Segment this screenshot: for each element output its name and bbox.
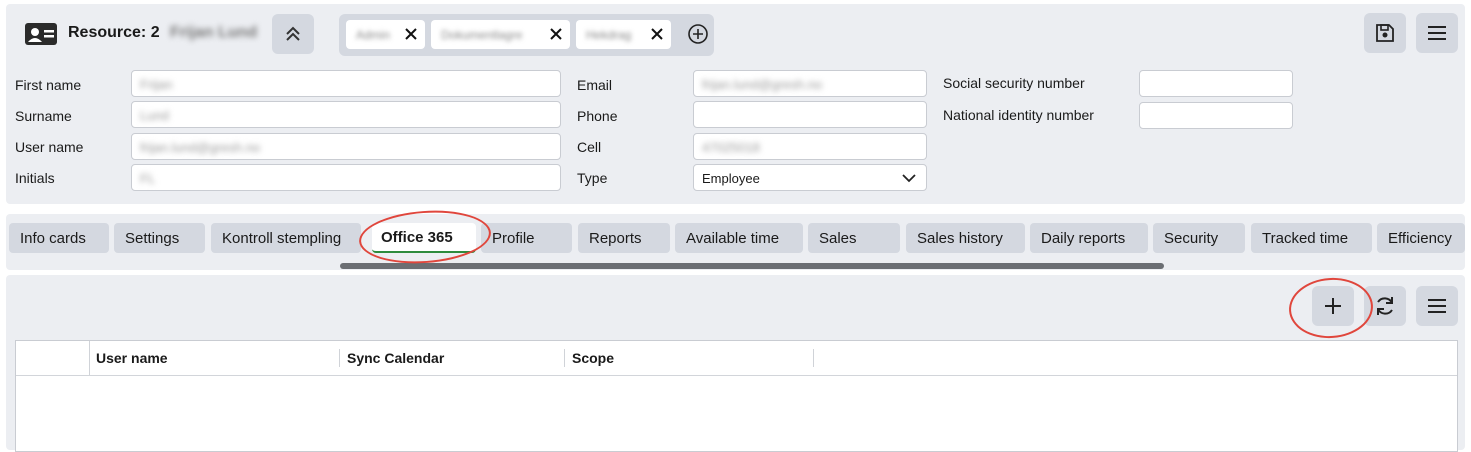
tab-efficiency[interactable]: Efficiency xyxy=(1377,223,1465,253)
save-button[interactable] xyxy=(1364,13,1406,53)
type-select[interactable]: Employee xyxy=(693,164,927,191)
hamburger-menu-icon xyxy=(1428,26,1446,40)
surname-field[interactable]: Lund xyxy=(131,101,561,128)
nin-label: National identity number xyxy=(943,107,1094,123)
tab-reports[interactable]: Reports xyxy=(578,223,670,253)
email-field[interactable]: frijan.lund@gresh.no xyxy=(693,70,927,97)
tab-sales-history[interactable]: Sales history xyxy=(906,223,1025,253)
phone-label: Phone xyxy=(577,108,618,124)
tab-kontroll-stempling[interactable]: Kontroll stempling xyxy=(211,223,361,253)
chevron-double-up-icon xyxy=(286,26,300,41)
tab-tracked-time[interactable]: Tracked time xyxy=(1251,223,1372,253)
add-tag-icon[interactable] xyxy=(687,23,709,45)
cell-field[interactable]: 47025018 xyxy=(693,133,927,160)
first-name-label: First name xyxy=(15,77,82,93)
collapse-header-button[interactable] xyxy=(272,14,314,54)
tag-chip[interactable]: Hekdrag xyxy=(576,20,671,49)
chevron-down-icon xyxy=(902,174,916,183)
column-divider[interactable] xyxy=(813,349,814,367)
tag-chip[interactable]: Admin xyxy=(346,20,425,49)
add-button[interactable] xyxy=(1312,286,1354,326)
phone-field[interactable] xyxy=(693,101,927,128)
tab-daily-reports[interactable]: Daily reports xyxy=(1030,223,1148,253)
office365-grid: User name Sync Calendar Scope xyxy=(15,340,1458,452)
save-icon xyxy=(1376,24,1394,42)
initials-label: Initials xyxy=(15,170,55,186)
email-label: Email xyxy=(577,77,613,93)
username-label: User name xyxy=(15,139,84,155)
username-field[interactable]: frijan.lund@gresh.no xyxy=(131,133,561,160)
page-title: Resource: 2 xyxy=(68,24,160,41)
panel-menu-button[interactable] xyxy=(1416,286,1458,326)
tab-settings[interactable]: Settings xyxy=(114,223,205,253)
initials-field[interactable]: FL xyxy=(131,164,561,191)
close-icon[interactable] xyxy=(649,26,665,42)
tag-chip[interactable]: Dokumentlagre xyxy=(431,20,570,49)
resource-name-redacted: Frijan Lund xyxy=(170,24,258,41)
tab-sales[interactable]: Sales xyxy=(808,223,900,253)
column-header-scope[interactable]: Scope xyxy=(572,350,614,366)
plus-icon xyxy=(1325,298,1341,314)
surname-label: Surname xyxy=(15,108,72,124)
close-icon[interactable] xyxy=(548,26,564,42)
header-menu-button[interactable] xyxy=(1416,13,1458,53)
column-divider[interactable] xyxy=(339,349,340,367)
tab-security[interactable]: Security xyxy=(1153,223,1245,253)
tab-profile[interactable]: Profile xyxy=(481,223,572,253)
ssn-field[interactable] xyxy=(1139,70,1293,97)
tab-info-cards[interactable]: Info cards xyxy=(9,223,109,253)
column-header-sync-calendar[interactable]: Sync Calendar xyxy=(347,350,444,366)
type-label: Type xyxy=(577,170,608,186)
column-header-user-name[interactable]: User name xyxy=(96,350,168,366)
tab-scrollbar[interactable] xyxy=(340,263,1164,269)
ssn-label: Social security number xyxy=(943,75,1085,91)
first-name-field[interactable]: Frijan xyxy=(131,70,561,97)
grid-header: User name Sync Calendar Scope xyxy=(16,341,1457,376)
close-icon[interactable] xyxy=(403,26,419,42)
refresh-icon xyxy=(1377,297,1393,315)
column-divider xyxy=(89,341,90,375)
refresh-button[interactable] xyxy=(1364,286,1406,326)
tab-office-365[interactable]: Office 365 xyxy=(372,223,476,253)
hamburger-menu-icon xyxy=(1428,299,1446,313)
nin-field[interactable] xyxy=(1139,102,1293,129)
tab-available-time[interactable]: Available time xyxy=(675,223,803,253)
column-divider[interactable] xyxy=(564,349,565,367)
cell-label: Cell xyxy=(577,139,602,155)
id-card-icon xyxy=(25,23,57,45)
